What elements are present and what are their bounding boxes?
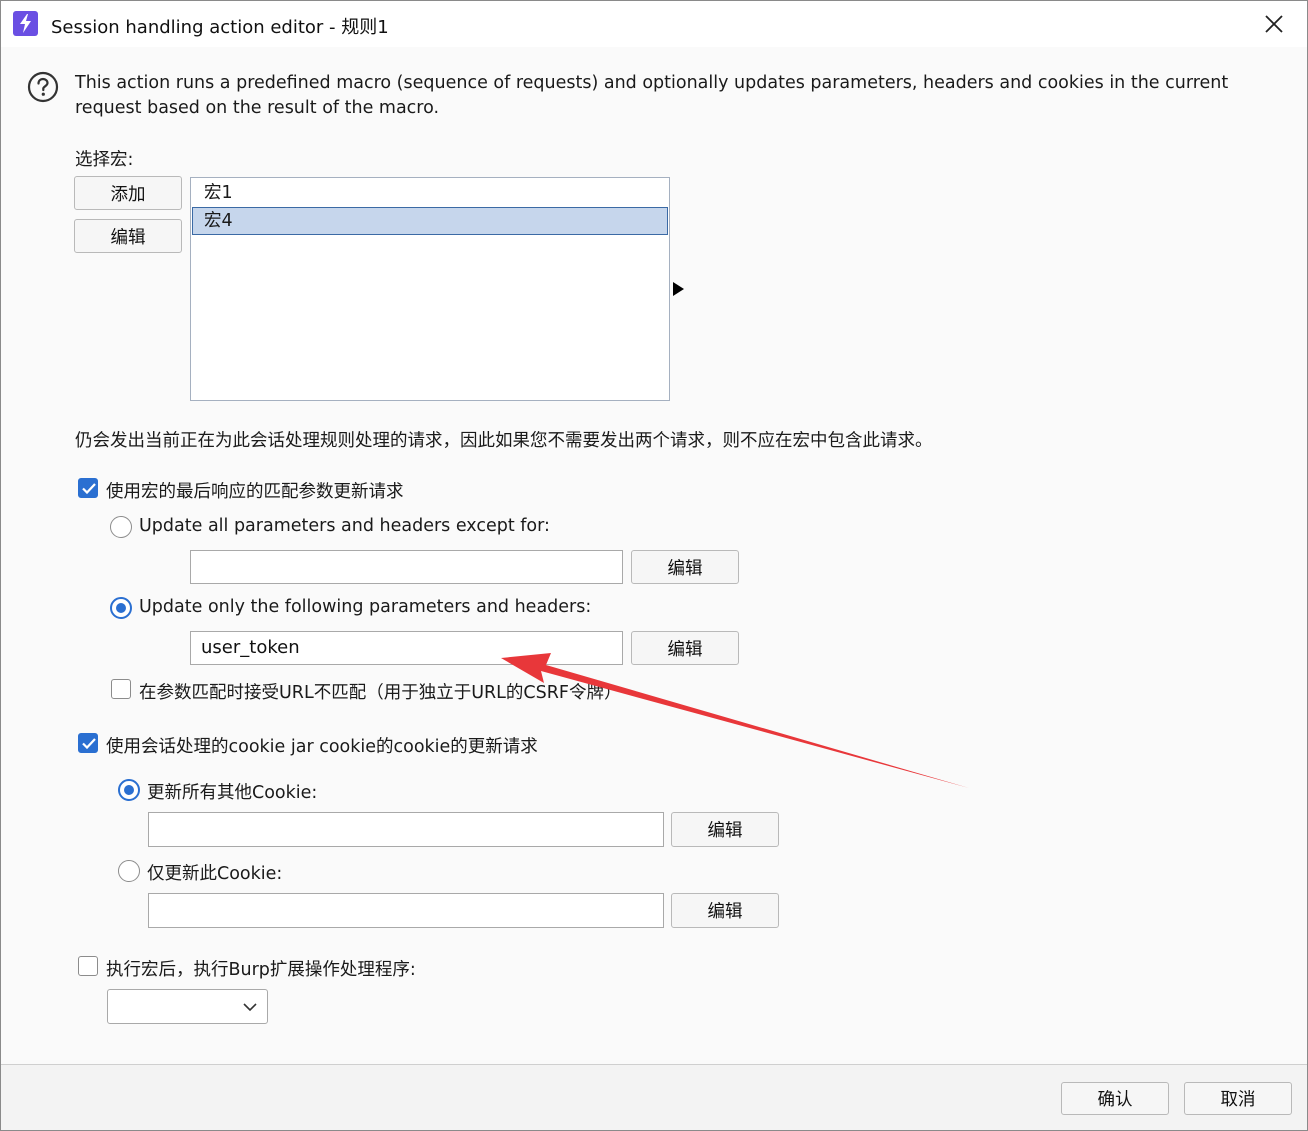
update-only-params-edit-button[interactable]: 编辑 [631,631,739,665]
update-params-label: 使用宏的最后响应的匹配参数更新请求 [106,482,404,502]
macro-list[interactable]: 宏1 宏4 [190,177,670,401]
close-button[interactable] [1259,9,1289,39]
update-all-params-input[interactable] [190,550,623,584]
title-bar[interactable]: Session handling action editor - 规则1 [1,1,1307,47]
update-all-cookies-radio[interactable] [118,779,140,801]
update-cookies-checkbox[interactable] [78,733,98,753]
update-only-cookie-label: 仅更新此Cookie: [147,864,283,884]
burp-lightning-icon [13,11,38,36]
run-extension-label: 执行宏后，执行Burp扩展操作处理程序: [106,960,416,980]
update-all-cookies-label: 更新所有其他Cookie: [147,783,318,803]
chevron-down-icon [243,1003,257,1012]
update-cookies-label: 使用会话处理的cookie jar cookie的cookie的更新请求 [106,737,538,757]
update-params-checkbox[interactable] [78,478,98,498]
update-all-cookies-edit-button[interactable]: 编辑 [671,812,779,847]
update-all-params-radio[interactable] [110,516,132,538]
cancel-button[interactable]: 取消 [1184,1082,1292,1115]
checkmark-icon [82,483,96,495]
edit-macro-button[interactable]: 编辑 [74,219,182,253]
ok-button[interactable]: 确认 [1061,1082,1169,1115]
select-macro-label: 选择宏: [75,150,134,170]
update-only-cookie-edit-button[interactable]: 编辑 [671,893,779,928]
update-only-params-input[interactable]: user_token [190,631,623,665]
request-note: 仍会发出当前正在为此会话处理规则处理的请求，因此如果您不需要发出两个请求，则不应… [75,431,933,451]
macro-list-item[interactable]: 宏1 [192,179,668,207]
update-all-params-edit-button[interactable]: 编辑 [631,550,739,584]
close-icon [1265,15,1283,33]
update-all-cookies-input[interactable] [148,812,664,847]
help-icon [27,71,59,103]
accept-url-mismatch-label: 在参数匹配时接受URL不匹配（用于独立于URL的CSRF令牌） [139,683,622,703]
update-all-params-label: Update all parameters and headers except… [139,516,550,536]
update-only-cookie-input[interactable] [148,893,664,928]
checkmark-icon [82,738,96,750]
extension-handler-select[interactable] [107,989,268,1024]
update-only-params-label: Update only the following parameters and… [139,597,592,617]
add-macro-button[interactable]: 添加 [74,176,182,210]
expand-arrow-icon[interactable] [673,282,684,296]
run-extension-checkbox[interactable] [78,956,98,976]
dialog-window: Session handling action editor - 规则1 Thi… [0,0,1308,1131]
macro-list-item-selected[interactable]: 宏4 [192,207,668,235]
window-title: Session handling action editor - 规则1 [51,17,389,38]
update-only-params-radio[interactable] [110,597,132,619]
update-only-cookie-radio[interactable] [118,860,140,882]
accept-url-mismatch-checkbox[interactable] [111,679,131,699]
action-description: This action runs a predefined macro (seq… [75,73,1229,118]
